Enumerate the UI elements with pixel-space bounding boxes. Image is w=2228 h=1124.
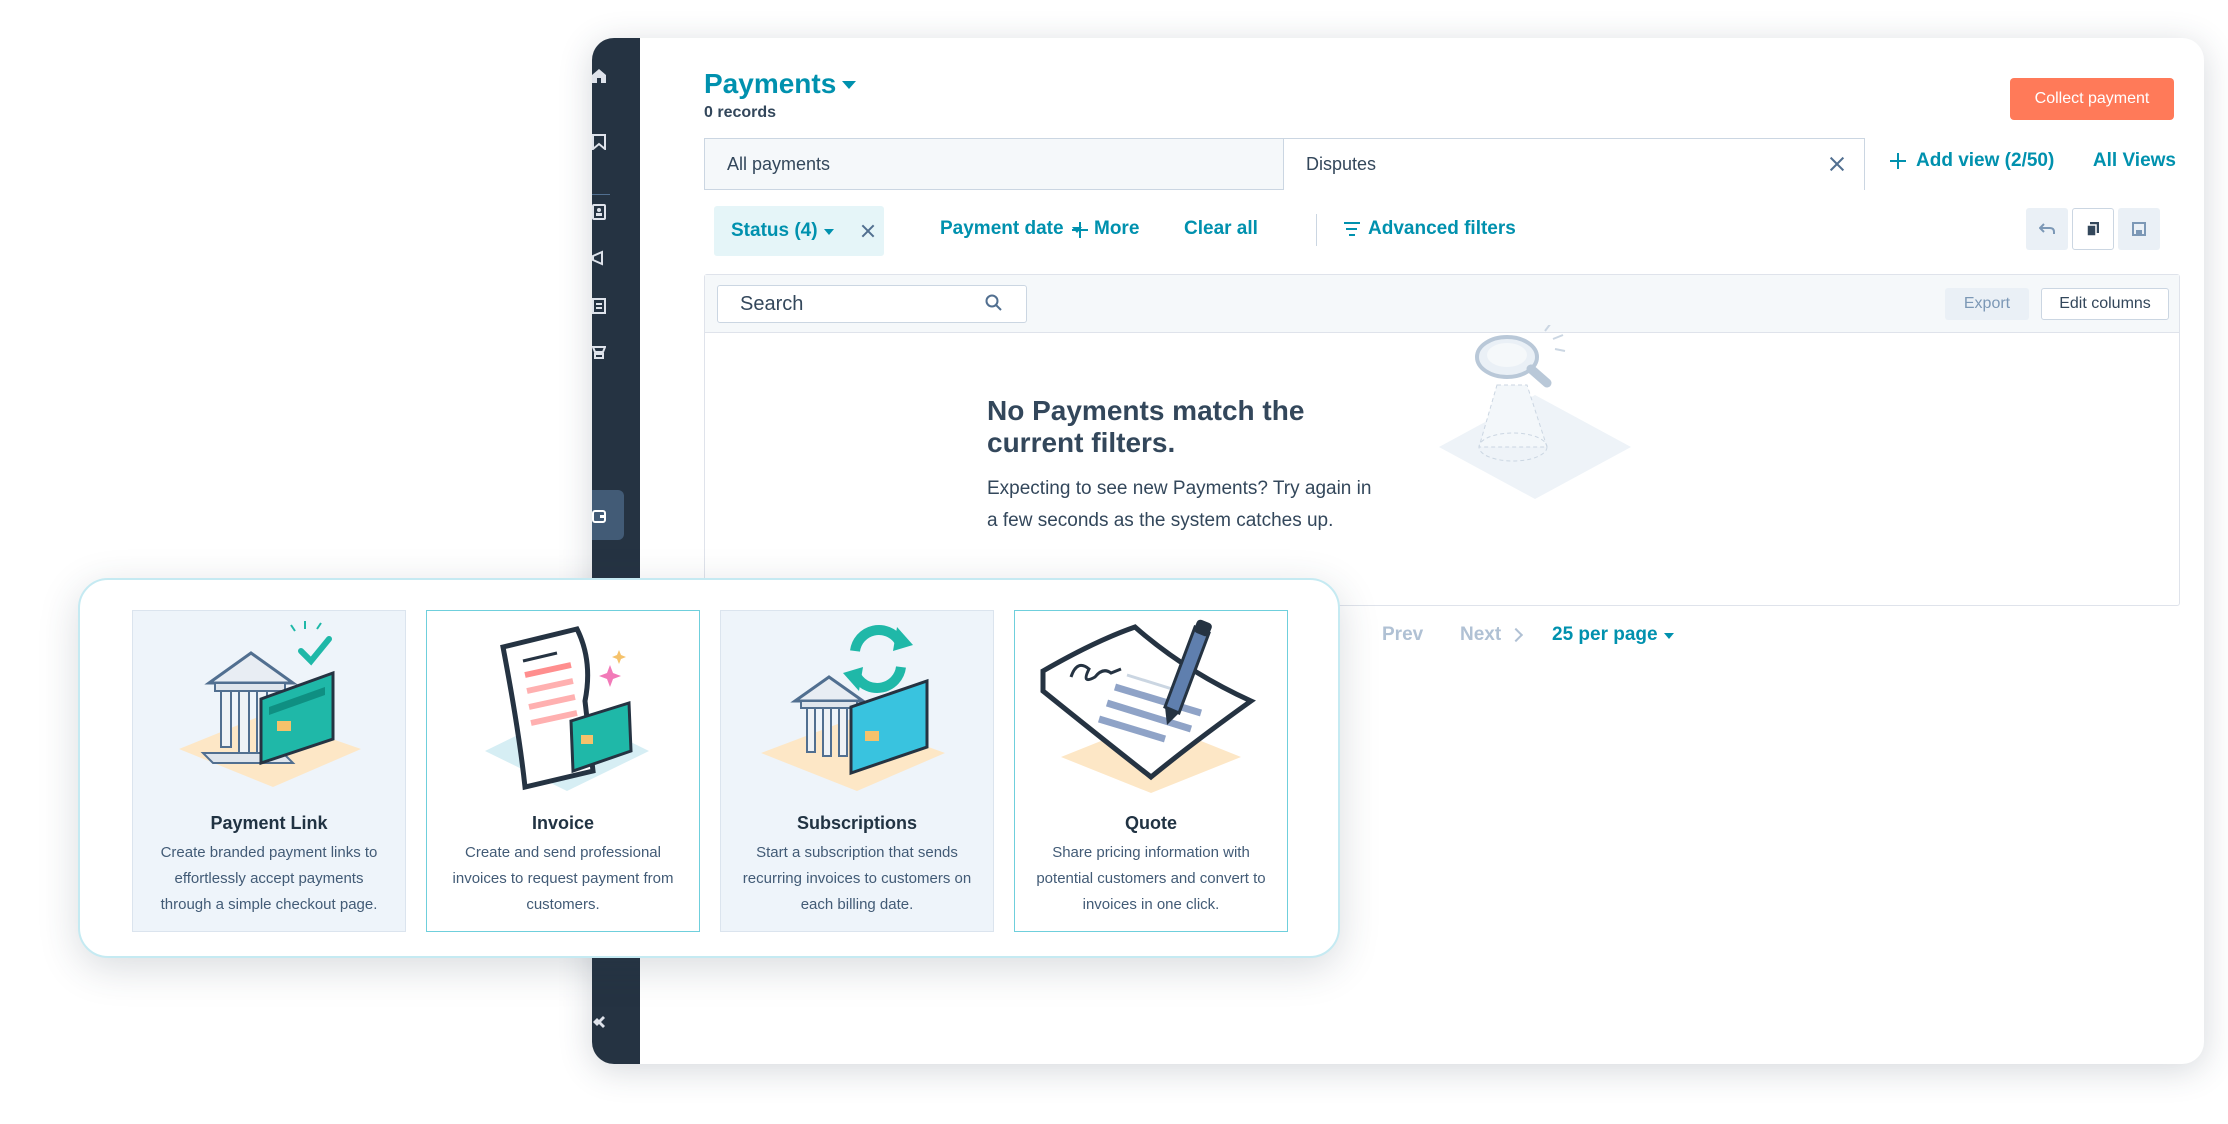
signed-quote-icon [1040,619,1256,793]
edit-columns-button[interactable]: Edit columns [2041,288,2169,320]
chevron-right-icon [1509,627,1524,643]
bookmark-icon[interactable] [592,134,606,150]
add-view-label: Add view (2/50) [1916,150,2055,171]
close-icon[interactable] [1828,155,1846,173]
quote-card[interactable]: Quote Share pricing information with pot… [1014,610,1288,932]
search-icon [985,294,1002,311]
reports-icon[interactable] [592,298,606,314]
card-title: Invoice [531,813,595,833]
plus-icon [1890,153,1906,169]
marketing-megaphone-icon[interactable] [592,250,606,266]
payment-link-card[interactable]: Payment Link Create branded payment link… [132,610,406,932]
magnifier-spotlight-icon [1439,325,1631,499]
payments-table: Export Edit columns No Payments match th… [704,274,2180,606]
undo-icon [2039,223,2055,234]
card-description: Create branded payment links to effortle… [160,844,378,913]
undo-button[interactable] [2026,208,2068,250]
subscriptions-card[interactable]: Subscriptions Start a subscription that … [720,610,994,932]
caret-down-icon [842,81,857,89]
clear-all-button[interactable]: Clear all [1184,218,1258,240]
bank-card-icon [179,621,361,787]
clone-view-button[interactable] [2072,208,2114,250]
add-view-button[interactable]: Add view (2/50) [1890,150,2054,172]
save-icon [2132,222,2146,236]
recurring-bank-icon [761,624,945,791]
tab-disputes[interactable]: Disputes [1283,138,1865,190]
collect-payment-button[interactable]: Collect payment [2010,78,2174,120]
page-title-dropdown[interactable]: Payments [704,68,857,100]
pagination-prev[interactable]: Prev [1382,624,1423,646]
contacts-icon[interactable] [592,204,606,220]
payments-wallet-icon[interactable] [592,508,606,524]
status-filter-label: Status (4) [731,220,818,241]
pagination-next[interactable]: Next [1460,624,1524,646]
card-title: Payment Link [210,813,328,833]
payment-date-filter[interactable]: Payment date [940,218,1082,240]
more-filters-button[interactable]: More [1072,218,1139,240]
home-icon[interactable] [592,68,606,84]
payment-date-label: Payment date [940,218,1064,239]
plus-icon [1072,222,1088,238]
save-view-button[interactable] [2118,208,2160,250]
advanced-filters-button[interactable]: Advanced filters [1344,218,1516,240]
commerce-icon[interactable] [592,344,606,360]
copy-icon [2086,222,2099,237]
tab-all-payments[interactable]: All payments [704,138,1284,190]
status-filter-chip[interactable]: Status (4) [714,206,884,256]
caret-down-icon [1663,633,1674,639]
record-count: 0 records [704,104,777,121]
per-page-label: 25 per page [1552,624,1658,645]
advanced-filters-label: Advanced filters [1368,218,1516,239]
search-input[interactable] [717,285,1027,323]
page-title: Payments [704,68,837,99]
more-filters-label: More [1094,218,1140,239]
invoice-document-icon [485,626,649,791]
remove-filter-icon[interactable] [860,223,876,239]
per-page-dropdown[interactable]: 25 per page [1552,624,1674,646]
card-title: Quote [1125,813,1177,833]
payment-types-panel: Payment Link Create branded payment link… [78,578,1340,958]
invoice-card[interactable]: Invoice Create and send professional inv… [426,610,700,932]
tab-label: All payments [727,153,831,174]
card-title: Subscriptions [796,813,917,833]
card-description: Start a subscription that sends recurrin… [742,844,972,913]
empty-state-title: No Payments match the current filters. [987,395,1305,458]
caret-down-icon [823,229,834,235]
empty-state-body: Expecting to see new Payments? Try again… [987,478,1372,531]
sidebar-divider [592,194,610,195]
pagination-next-label: Next [1460,624,1502,645]
filter-lines-icon [1344,222,1360,236]
filter-divider [1316,214,1317,246]
card-description: Share pricing information with potential… [1036,844,1266,913]
card-description: Create and send professional invoices to… [452,844,674,913]
settings-icon[interactable] [592,1014,606,1030]
tab-label: Disputes [1306,154,1377,174]
export-button[interactable]: Export [1945,288,2029,320]
all-views-link[interactable]: All Views [2093,150,2176,172]
